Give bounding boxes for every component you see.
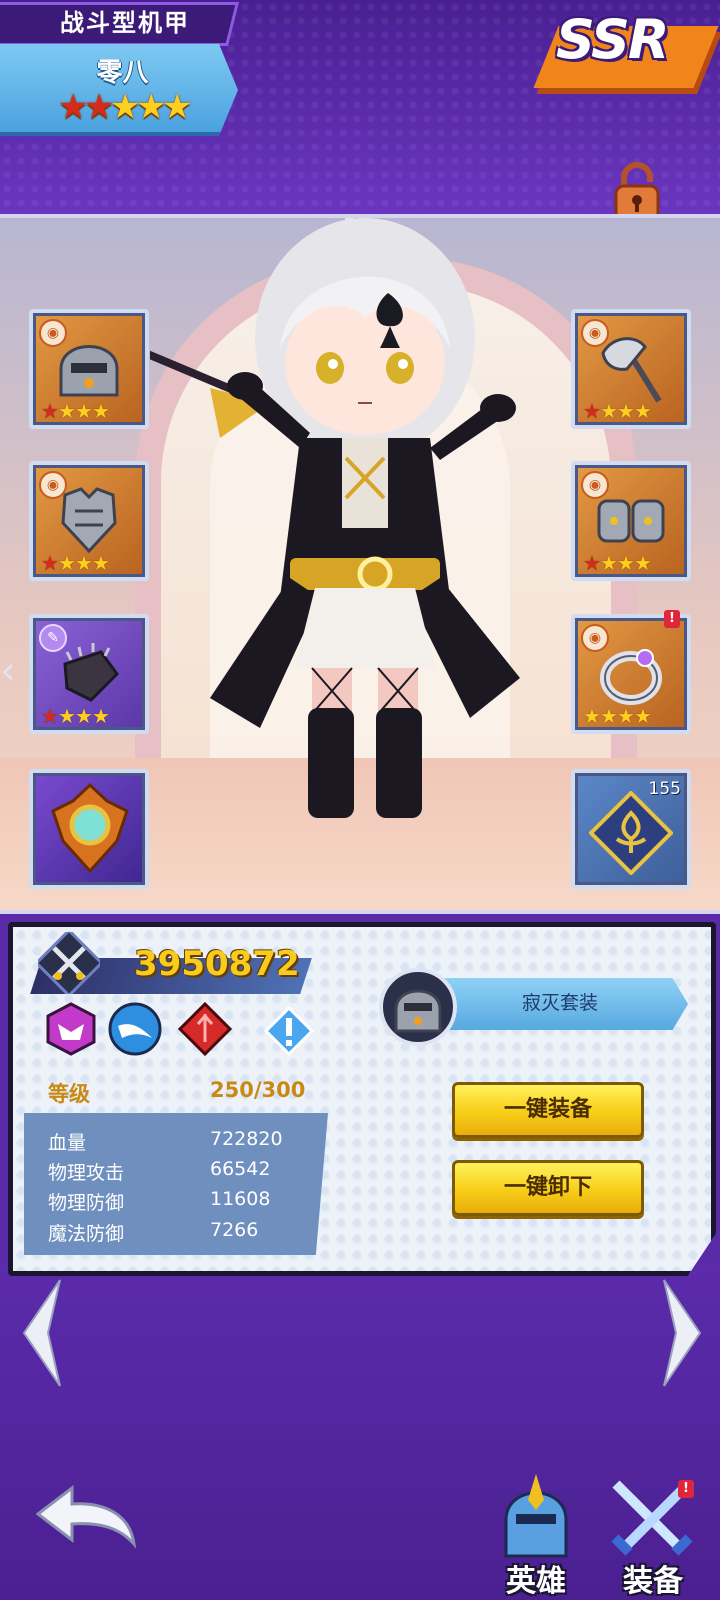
hero-character[interactable] <box>150 214 570 838</box>
tab-equipment[interactable]: ! 装备 <box>594 1470 712 1600</box>
armor-icon <box>61 487 117 554</box>
equipment-alert-icon: ! <box>678 1480 694 1498</box>
equip-slot-gauntlet[interactable]: ✎ ★ ★ ★ ★ <box>29 614 149 734</box>
star-icon: ★ <box>162 87 193 127</box>
equip-slot-boots[interactable]: ◉ ★ ★ ★ ★ <box>571 461 691 581</box>
item-stars: ★ ★ ★ ★ <box>583 551 652 575</box>
stat-value: 7266 <box>210 1219 259 1241</box>
back-arrow-icon <box>35 1484 137 1549</box>
hero-helmet-icon <box>504 1474 568 1558</box>
star-icon: ★ <box>136 87 167 127</box>
ability-blade-icon[interactable] <box>177 1001 233 1057</box>
ability-mask-icon[interactable] <box>44 1002 98 1056</box>
class-title: 战斗型机甲 <box>60 9 190 37</box>
item-stars: ★ ★ ★ ★ <box>41 704 110 728</box>
stat-row: 血量 722820 <box>48 1128 308 1155</box>
level-value: 250/300 <box>210 1078 306 1102</box>
tab-hero-label: 英雄 <box>506 1564 566 1599</box>
tab-hero[interactable]: 英雄 <box>480 1470 592 1600</box>
equipment-set-name: 寂灭套装 <box>521 992 598 1014</box>
item-stars: ★ ★ ★ ★ <box>41 551 110 575</box>
stat-label: 血量 <box>48 1132 87 1154</box>
equip-slot-helmet[interactable]: ◉ ★ ★ ★ ★ <box>29 309 149 429</box>
ring-icon <box>600 649 662 705</box>
unequip-all-button[interactable]: 一键卸下 <box>452 1160 644 1216</box>
stat-row: 物理攻击 66542 <box>48 1158 308 1185</box>
rarity-badge: SSR <box>533 4 719 94</box>
stat-row: 物理防御 11608 <box>48 1188 308 1215</box>
equip-slot-armor[interactable]: ◉ ★ ★ ★ ★ <box>29 461 149 581</box>
stat-value: 11608 <box>210 1188 271 1210</box>
star-icon: ★ <box>58 87 89 127</box>
hero-name: 零八 <box>96 58 149 88</box>
prev-hero-button[interactable] <box>18 1278 68 1388</box>
crossed-swords-icon <box>34 928 104 998</box>
back-button[interactable] <box>34 1484 138 1554</box>
stat-value: 722820 <box>210 1128 283 1150</box>
stat-label: 物理防御 <box>48 1192 125 1214</box>
equip-slot-ring[interactable]: ◉ ★ ★ ★ ★ <box>571 614 691 734</box>
equip-slot-weapon[interactable]: ◉ ★ ★ ★ ★ <box>571 309 691 429</box>
boots-icon <box>597 499 665 543</box>
tab-equipment-label: 装备 <box>623 1564 683 1599</box>
sigil-icon <box>589 791 673 875</box>
axe-icon <box>601 337 662 403</box>
star-icon: ★ <box>110 87 141 127</box>
stat-label: 物理攻击 <box>48 1162 125 1184</box>
equip-all-button[interactable]: 一键装备 <box>452 1082 644 1138</box>
helmet-icon <box>59 345 119 397</box>
equip-slot-emblem[interactable] <box>29 769 149 889</box>
orb-emblem-icon <box>51 782 129 874</box>
item-stars: ★ ★ ★ ★ <box>41 399 110 423</box>
stat-value: 66542 <box>210 1158 271 1180</box>
ability-wing-icon[interactable] <box>108 1002 162 1056</box>
next-hero-button[interactable] <box>656 1278 706 1388</box>
star-icon: ★ <box>84 87 115 127</box>
stat-label: 魔法防御 <box>48 1223 125 1245</box>
gauntlet-icon <box>63 643 119 702</box>
item-stars: ★ ★ ★ ★ <box>583 399 652 423</box>
equip-slot-sigil[interactable]: 155 <box>571 769 691 889</box>
info-alert-icon[interactable] <box>263 1005 318 1060</box>
combat-power: 3950872 <box>134 944 300 984</box>
unlock-icon[interactable] <box>614 162 660 222</box>
rarity-text: SSR <box>556 8 669 71</box>
stat-row: 魔法防御 7266 <box>48 1219 308 1246</box>
hero-stars: ★ ★ ★ ★ ★ <box>58 87 193 127</box>
new-item-alert-icon: ! <box>664 610 680 628</box>
side-expand-icon[interactable]: ‹ <box>0 648 22 718</box>
set-helmet-icon[interactable] <box>378 967 458 1047</box>
item-stars: ★ ★ ★ ★ <box>583 704 652 728</box>
level-label: 等级 <box>48 1082 90 1106</box>
